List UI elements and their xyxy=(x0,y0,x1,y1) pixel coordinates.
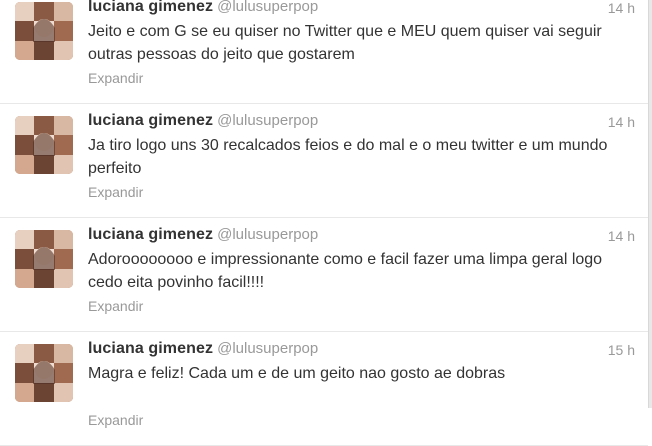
profile-avatar[interactable] xyxy=(15,116,73,174)
tweet-header: luciana gimenez @lulusuperpop xyxy=(88,340,318,362)
tweet-text: Adoroooooooo e impressionante como e fac… xyxy=(88,251,603,291)
tweet-header: luciana gimenez @lulusuperpop xyxy=(88,226,318,248)
tweet-text: Jeito e com G se eu quiser no Twitter qu… xyxy=(88,23,602,63)
author-fullname[interactable]: luciana gimenez xyxy=(88,112,213,129)
author-fullname[interactable]: luciana gimenez xyxy=(88,340,213,357)
tweet-timestamp[interactable]: 14 h xyxy=(608,228,635,244)
profile-avatar[interactable] xyxy=(15,230,73,288)
expand-link[interactable]: Expandir xyxy=(88,412,143,428)
tweet-timestamp[interactable]: 14 h xyxy=(608,0,635,16)
author-fullname[interactable]: luciana gimenez xyxy=(88,226,213,243)
author-username[interactable]: @lulusuperpop xyxy=(217,0,318,15)
tweet-text: Magra e feliz! Cada um e de um geito nao… xyxy=(88,365,506,382)
author-username[interactable]: @lulusuperpop xyxy=(217,112,318,129)
tweet-timeline: luciana gimenez @lulusuperpop 14 h Jeito … xyxy=(0,0,648,446)
tweet-header: luciana gimenez @lulusuperpop xyxy=(88,112,318,134)
tweet-timestamp[interactable]: 14 h xyxy=(608,114,635,130)
author-username[interactable]: @lulusuperpop xyxy=(217,226,318,243)
author-fullname[interactable]: luciana gimenez xyxy=(88,0,213,15)
tweet-item[interactable]: luciana gimenez @lulusuperpop 15 h Magra … xyxy=(0,332,648,446)
timeline-border xyxy=(648,0,652,408)
tweet-header: luciana gimenez @lulusuperpop xyxy=(88,0,318,20)
tweet-timestamp[interactable]: 15 h xyxy=(608,342,635,358)
profile-avatar[interactable] xyxy=(15,2,73,60)
expand-link[interactable]: Expandir xyxy=(88,184,143,200)
expand-link[interactable]: Expandir xyxy=(88,298,143,314)
tweet-text: Ja tiro logo uns 30 recalcados feios e d… xyxy=(88,137,608,177)
author-username[interactable]: @lulusuperpop xyxy=(217,340,318,357)
tweet-item[interactable]: luciana gimenez @lulusuperpop 14 h Jeito … xyxy=(0,0,648,104)
expand-link[interactable]: Expandir xyxy=(88,70,143,86)
tweet-item[interactable]: luciana gimenez @lulusuperpop 14 h Adoroo… xyxy=(0,218,648,332)
profile-avatar[interactable] xyxy=(15,344,73,402)
tweet-item[interactable]: luciana gimenez @lulusuperpop 14 h Ja tir… xyxy=(0,104,648,218)
